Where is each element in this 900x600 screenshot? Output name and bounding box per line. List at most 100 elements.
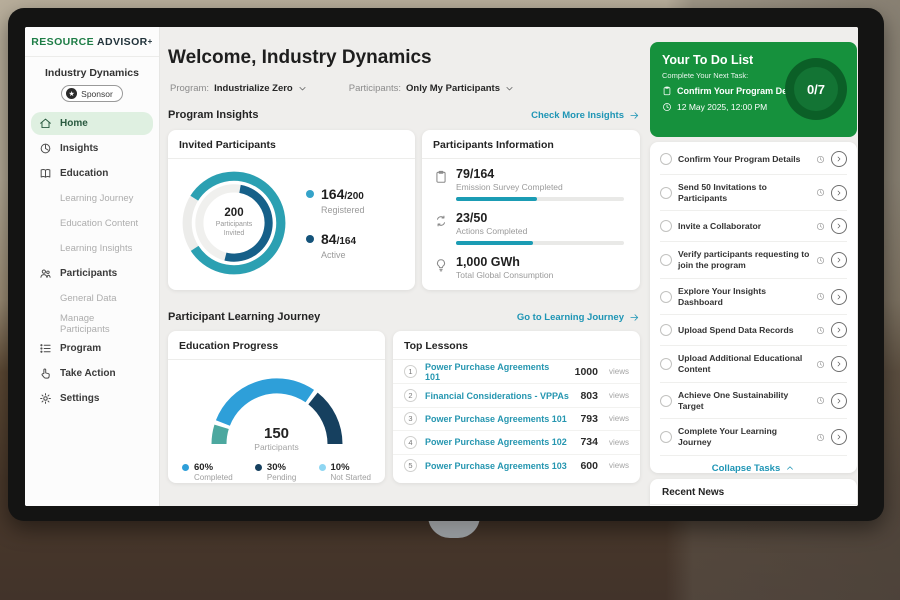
task-checkbox[interactable] [660, 153, 672, 165]
program-filter[interactable]: Program: Industrialize Zero [170, 83, 307, 94]
lesson-rank: 5 [404, 459, 417, 472]
lightbulb-icon [434, 258, 448, 272]
logo-plus: + [148, 37, 153, 46]
sidebar-item-home[interactable]: Home [31, 112, 153, 135]
lesson-rank: 3 [404, 412, 417, 425]
sidebar-item-participants[interactable]: Participants [31, 262, 153, 285]
lesson-row[interactable]: 1 Power Purchase Agreements 101 1000 vie… [393, 360, 640, 383]
todo-task-row[interactable]: Send 50 Invitations to Participants [660, 175, 847, 211]
recent-news-title: Recent News [650, 479, 857, 505]
legend-value: 84 [321, 231, 337, 247]
lesson-title[interactable]: Power Purchase Agreements 101 [425, 414, 572, 424]
todo-task-row[interactable]: Upload Spend Data Records [660, 315, 847, 346]
task-checkbox[interactable] [660, 291, 672, 303]
program-insights-header: Program Insights Check More Insights [168, 109, 640, 121]
task-open-button[interactable] [831, 429, 847, 445]
chevron-right-icon [835, 433, 843, 441]
task-open-button[interactable] [831, 218, 847, 234]
lesson-row[interactable]: 4 Power Purchase Agreements 102 734 view… [393, 430, 640, 453]
task-checkbox[interactable] [660, 220, 672, 232]
participants-icon [39, 267, 52, 280]
sidebar-item-learning-insights[interactable]: Learning Insights [31, 237, 153, 260]
lesson-row[interactable]: 5 Power Purchase Agreements 103 600 view… [393, 454, 640, 477]
education-icon [39, 167, 52, 180]
task-open-button[interactable] [831, 151, 847, 167]
lesson-rank: 1 [404, 365, 417, 378]
sidebar-item-label: Participants [60, 268, 117, 279]
task-checkbox[interactable] [660, 358, 672, 370]
insights-icon [39, 142, 52, 155]
clock-icon [816, 326, 825, 335]
sidebar-item-insights[interactable]: Insights [31, 137, 153, 160]
task-open-button[interactable] [831, 289, 847, 305]
lesson-title[interactable]: Financial Considerations - VPPAs [425, 391, 572, 401]
participants-filter[interactable]: Participants: Only My Participants [349, 83, 514, 94]
card-title: Education Progress [168, 331, 385, 360]
chevron-up-icon [785, 463, 795, 473]
todo-task-row[interactable]: Confirm Your Program Details [660, 144, 847, 175]
task-open-button[interactable] [831, 185, 847, 201]
app-logo[interactable]: RESOURCE ADVISOR+ [25, 27, 159, 57]
todo-task-row[interactable]: Upload Additional Educational Content [660, 346, 847, 382]
stat-progress-fill [456, 197, 537, 201]
sidebar-item-education[interactable]: Education [31, 162, 153, 185]
todo-task-row[interactable]: Verify participants requesting to join t… [660, 242, 847, 278]
gauge-segment-completed [222, 386, 309, 423]
gauge-center: 150 Participants [202, 425, 352, 452]
sidebar-item-general-data[interactable]: General Data [31, 287, 153, 310]
learning-journey-header: Participant Learning Journey Go to Learn… [168, 311, 640, 323]
collapse-tasks-link[interactable]: Collapse Tasks [660, 456, 847, 474]
sidebar-item-manage-participants[interactable]: Manage Participants [31, 312, 153, 335]
lesson-title[interactable]: Power Purchase Agreements 103 [425, 461, 572, 471]
legend-dot [182, 464, 189, 471]
lesson-title[interactable]: Power Purchase Agreements 101 [425, 362, 567, 382]
lesson-views-suffix: views [609, 367, 629, 376]
org-name: Industry Dynamics [25, 67, 159, 79]
go-to-learning-journey-link[interactable]: Go to Learning Journey [517, 312, 640, 323]
task-open-button[interactable] [831, 356, 847, 372]
chevron-right-icon [835, 155, 843, 163]
task-open-button[interactable] [831, 252, 847, 268]
sidebar-item-label: Education [60, 168, 108, 179]
sidebar-item-label: Take Action [60, 368, 116, 379]
sidebar-item-settings[interactable]: Settings [31, 387, 153, 410]
task-checkbox[interactable] [660, 431, 672, 443]
task-checkbox[interactable] [660, 324, 672, 336]
legend-total: /200 [344, 191, 363, 202]
task-open-button[interactable] [831, 393, 847, 409]
task-label: Invite a Collaborator [678, 221, 810, 232]
check-more-insights-link[interactable]: Check More Insights [531, 110, 640, 121]
sidebar-item-learning-journey[interactable]: Learning Journey [31, 187, 153, 210]
todo-task-row[interactable]: Invite a Collaborator [660, 211, 847, 242]
arrow-right-icon [629, 312, 640, 323]
logo-part2: ADVISOR [97, 36, 148, 48]
task-checkbox[interactable] [660, 187, 672, 199]
stat-progress-fill [456, 241, 533, 245]
filters-row: Program: Industrialize Zero Participants… [170, 83, 514, 94]
todo-task-row[interactable]: Explore Your Insights Dashboard [660, 279, 847, 315]
sidebar-item-take-action[interactable]: Take Action [31, 362, 153, 385]
task-checkbox[interactable] [660, 395, 672, 407]
todo-task-row[interactable]: Achieve One Sustainability Target [660, 383, 847, 419]
todo-task-row[interactable]: Complete Your Learning Journey [660, 419, 847, 455]
task-open-button[interactable] [831, 322, 847, 338]
legend-pct: 10% [331, 462, 371, 473]
task-checkbox[interactable] [660, 254, 672, 266]
clipboard-icon [662, 86, 672, 96]
lesson-row[interactable]: 2 Financial Considerations - VPPAs 803 v… [393, 383, 640, 406]
lesson-title[interactable]: Power Purchase Agreements 102 [425, 437, 572, 447]
lesson-views-suffix: views [609, 391, 629, 400]
sidebar-item-label: Insights [60, 143, 98, 154]
card-title: Top Lessons [393, 331, 640, 360]
legend-dot [306, 235, 314, 243]
sidebar-item-program[interactable]: Program [31, 337, 153, 360]
participants-filter-value: Only My Participants [406, 83, 500, 94]
sidebar-item-education-content[interactable]: Education Content [31, 212, 153, 235]
lesson-row[interactable]: 3 Power Purchase Agreements 101 793 view… [393, 407, 640, 430]
donut-center-label: Participants Invited [207, 221, 261, 239]
todo-progress-ring: 0/7 [785, 58, 847, 120]
sidebar-item-label: Education Content [60, 218, 138, 229]
education-gauge-chart: 150 Participants [202, 370, 352, 452]
chevron-right-icon [835, 256, 843, 264]
lesson-views: 803 [580, 390, 598, 402]
